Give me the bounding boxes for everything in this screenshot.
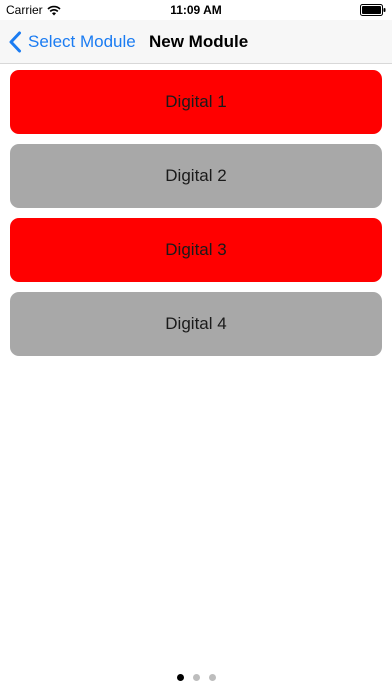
page-dot[interactable]	[208, 674, 216, 681]
page-dot[interactable]	[192, 674, 200, 681]
page-dot[interactable]	[176, 674, 184, 681]
status-time: 11:09 AM	[170, 3, 222, 17]
module-button-digital-3[interactable]: Digital 3	[10, 218, 382, 282]
module-button-digital-4[interactable]: Digital 4	[10, 292, 382, 356]
module-list: Digital 1 Digital 2 Digital 3 Digital 4	[10, 70, 382, 366]
module-button-label: Digital 1	[165, 92, 227, 111]
module-button-digital-2[interactable]: Digital 2	[10, 144, 382, 208]
page-title: New Module	[149, 32, 249, 51]
back-button-label: Select Module	[28, 32, 136, 51]
module-button-digital-1[interactable]: Digital 1	[10, 70, 382, 134]
status-bar: Carrier 11:09 AM	[0, 0, 392, 20]
navigation-bar: Select Module New Module	[0, 20, 392, 64]
module-button-label: Digital 3	[165, 240, 227, 259]
back-button[interactable]: Select Module	[8, 20, 136, 64]
module-button-label: Digital 2	[165, 166, 227, 185]
chevron-left-icon	[9, 31, 21, 53]
battery-icon	[360, 4, 386, 16]
page-control[interactable]	[0, 674, 392, 682]
module-button-label: Digital 4	[165, 314, 227, 333]
